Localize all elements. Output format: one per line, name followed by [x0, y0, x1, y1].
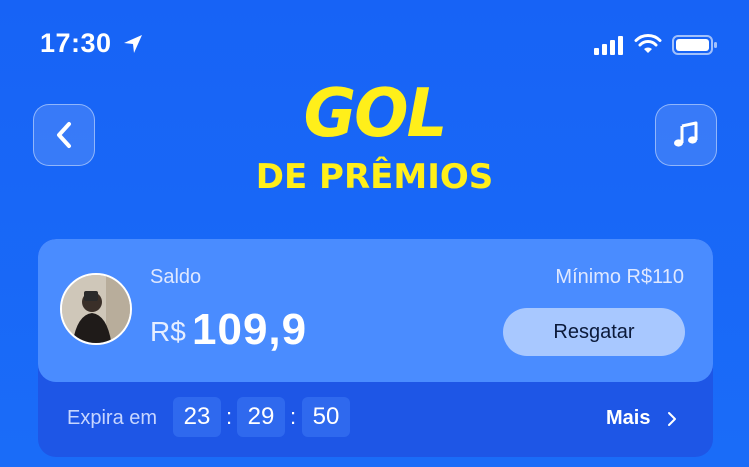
logo-title: GOL — [303, 75, 448, 153]
avatar — [60, 273, 132, 345]
balance-amount: 109,9 — [192, 305, 308, 354]
status-time: 17:30 — [40, 28, 112, 58]
timer-separator: : — [290, 404, 297, 429]
timer-hours: 23 — [173, 397, 221, 437]
expires-label: Expira em — [67, 407, 158, 429]
minimum-label: Mínimo R$110 — [555, 266, 684, 288]
cellular-signal-icon — [594, 36, 623, 55]
wifi-icon — [634, 34, 662, 53]
chevron-right-icon[interactable] — [666, 411, 678, 427]
redeem-button[interactable]: Resgatar — [503, 308, 685, 356]
currency-symbol: R$ — [150, 316, 186, 347]
timer-seconds: 50 — [302, 397, 350, 437]
location-arrow-icon — [124, 35, 142, 53]
music-button[interactable] — [655, 104, 717, 166]
balance-card-top: Saldo R$ 109,9 Mínimo R$110 Resgatar — [38, 239, 713, 382]
logo-subtitle: DE PRÊMIOS — [255, 157, 494, 197]
timer-minutes: 29 — [237, 397, 285, 437]
timer-separator: : — [226, 404, 233, 429]
battery-icon — [672, 35, 717, 55]
balance-card: Saldo R$ 109,9 Mínimo R$110 Resgatar Exp… — [38, 239, 713, 457]
music-note-icon — [674, 121, 698, 147]
more-link[interactable]: Mais — [606, 407, 650, 430]
balance-label: Saldo — [150, 266, 202, 288]
